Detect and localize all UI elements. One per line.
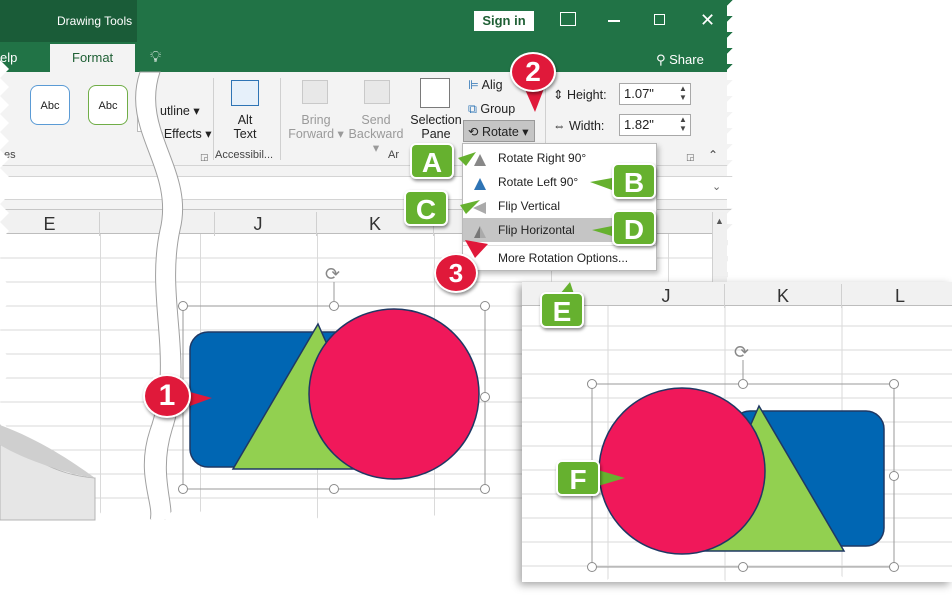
selection-pane-icon xyxy=(420,78,450,108)
shape-effects-button[interactable]: ▭Effects ▾ xyxy=(152,127,212,141)
bring-forward-label-1: Bring xyxy=(301,113,331,127)
width-spinner[interactable]: ▲ ▼ xyxy=(679,115,687,133)
step-badge-2: 2 xyxy=(510,52,556,92)
share-button[interactable]: ⚲ Share xyxy=(656,46,704,74)
tell-me-lightbulb-icon[interactable]: 💡︎ xyxy=(150,44,161,72)
expand-formula-bar-icon[interactable]: ⌄ xyxy=(712,180,721,193)
bring-forward-label-2: Forward xyxy=(288,127,335,141)
screenshot-stage: Drawing Tools Sign in ✕ elp Format 💡︎ ⚲ … xyxy=(0,0,952,596)
rotate-button[interactable]: ⟲ Rotate ▾ xyxy=(463,120,535,142)
share-person-icon: ⚲ xyxy=(656,52,670,67)
height-label: ⇕ Height: xyxy=(553,88,607,102)
rotate-label: Rotate xyxy=(481,125,519,139)
ribbon-display-icon[interactable] xyxy=(560,12,576,26)
width-label: ⇔ Width: xyxy=(553,119,604,133)
callout-a: A xyxy=(410,143,454,179)
group-icon: ⧉ xyxy=(468,102,481,116)
style-gallery-scroll[interactable]: ▴ ▾ ▾ xyxy=(137,84,149,132)
callout-f: F xyxy=(556,460,600,496)
shape-outline-label: utline xyxy=(160,104,190,118)
width-icon: ⇔ xyxy=(553,119,569,133)
flip-vertical-icon xyxy=(472,199,488,214)
group-label-arrange: Ar xyxy=(388,149,399,161)
group-label-styles: es xyxy=(4,149,16,161)
close-icon[interactable]: ✕ xyxy=(700,10,715,31)
height-spinner[interactable]: ▲ ▼ xyxy=(679,84,687,102)
alt-text-label-1: Alt xyxy=(237,113,253,127)
step-badge-1: 1 xyxy=(143,374,191,418)
flip-horizontal-label: Flip Horizontal xyxy=(498,223,575,237)
rotate-right-label: Rotate Right 90° xyxy=(498,151,587,165)
rotate-right-icon xyxy=(472,151,488,166)
send-backward-icon xyxy=(364,80,390,104)
step-badge-3: 3 xyxy=(434,253,478,293)
selection-pane-label-2: Pane xyxy=(421,127,451,141)
minimize-icon[interactable] xyxy=(608,20,620,22)
column-header-j[interactable]: J xyxy=(200,212,317,236)
group-label-accessibility: Accessibil... xyxy=(215,149,274,161)
rotate-left-label: Rotate Left 90° xyxy=(498,175,579,189)
callout-e: E xyxy=(540,292,584,328)
callout-b: B xyxy=(612,163,656,199)
size-dialog-launcher-icon[interactable]: ◲ xyxy=(686,152,695,163)
collapse-ribbon-icon[interactable]: ⌃ xyxy=(708,148,718,162)
context-tab-label: Drawing Tools xyxy=(57,14,133,28)
tab-format[interactable]: Format xyxy=(50,44,136,72)
alt-text-label-2: Text xyxy=(233,127,257,141)
dialog-launcher-icon[interactable]: ◲ xyxy=(200,152,209,163)
selection-pane-button[interactable]: Selection Pane xyxy=(409,113,463,141)
column-header-i[interactable]: I xyxy=(100,212,215,236)
tab-help[interactable]: elp xyxy=(0,44,17,72)
sign-in-button[interactable]: Sign in xyxy=(474,11,534,31)
align-label: Alig xyxy=(481,78,503,92)
scroll-up-icon[interactable]: ▲ xyxy=(715,216,724,226)
zoomed-result-panel: J K L ⟳ xyxy=(522,282,952,582)
pink-circle-shape[interactable] xyxy=(308,308,480,480)
column-header-e[interactable]: E xyxy=(0,212,100,236)
alt-text-icon xyxy=(231,80,259,106)
bring-forward-icon xyxy=(302,80,328,104)
bring-forward-button[interactable]: Bring Forward ▾ xyxy=(287,113,345,141)
height-label-text: Height: xyxy=(566,88,607,102)
rotate-icon: ⟲ xyxy=(468,125,482,139)
shape-outline-button[interactable]: utline ▾ xyxy=(160,104,200,118)
flip-vertical-label: Flip Vertical xyxy=(498,199,561,213)
callout-d: D xyxy=(612,210,656,246)
shape-style-blue[interactable]: Abc xyxy=(30,85,70,125)
flip-horizontal-icon xyxy=(472,223,488,238)
selection-pane-label-1: Selection xyxy=(410,113,462,127)
restore-icon[interactable] xyxy=(654,14,665,25)
rotate-left-icon xyxy=(472,175,488,190)
group-button[interactable]: ⧉ Group xyxy=(468,102,515,116)
group-label: Group xyxy=(480,102,516,116)
height-icon: ⇕ xyxy=(553,88,567,102)
width-label-text: Width: xyxy=(568,119,605,133)
align-icon: ⊫ xyxy=(468,78,482,92)
zoom-zigzag-edges xyxy=(522,574,952,582)
share-label: Share xyxy=(669,52,704,67)
rotation-handle-icon[interactable]: ⟳ xyxy=(325,264,340,284)
shape-style-green[interactable]: Abc xyxy=(88,85,128,125)
send-backward-label-1: Send xyxy=(361,113,391,127)
menu-item-more-rotation-options[interactable]: More Rotation Options... xyxy=(463,245,656,269)
alt-text-button[interactable]: Alt Text xyxy=(228,113,262,141)
send-backward-label-2: Backward xyxy=(348,127,404,141)
callout-c: C xyxy=(404,190,448,226)
shape-effects-label: Effects xyxy=(163,127,202,141)
align-button[interactable]: ⊫ Alig xyxy=(468,78,503,92)
effects-icon: ▭ xyxy=(152,127,164,141)
